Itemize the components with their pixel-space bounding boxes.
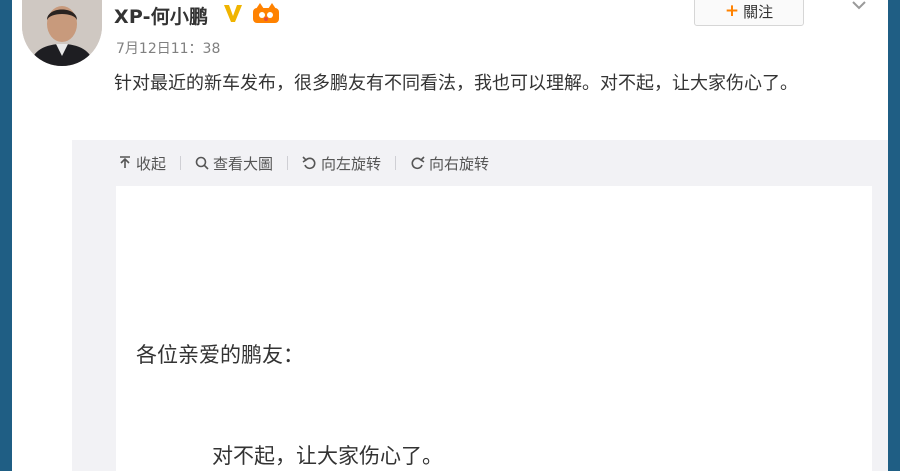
toolbar-divider (180, 156, 182, 170)
media-toolbar: 收起 查看大圖 向左旋转 向右旋转 (118, 152, 489, 174)
frame-right-border (888, 0, 900, 471)
collapse-label: 收起 (136, 154, 167, 173)
username[interactable]: XP-何小鹏 (114, 2, 208, 29)
post-text: 针对最近的新车发布，很多鹏友有不同看法，我也可以理解。对不起，让大家伤心了。 (114, 73, 798, 94)
toolbar-divider (287, 156, 289, 170)
weibo-post-card: XP-何小鹏 7月12日11：38 针对最近的新车发布，很多鹏友有不同看法，我也… (12, 0, 888, 471)
collapse-arrow-icon (120, 156, 130, 168)
vip-icon[interactable] (252, 2, 280, 24)
view-large-label: 查看大圖 (213, 154, 274, 173)
post-image[interactable]: 各位亲爱的鹏友： 对不起，让大家伤心了。 (116, 186, 872, 471)
rotate-left-button[interactable]: 向左旋转 (302, 153, 381, 174)
media-panel: 收起 查看大圖 向左旋转 向右旋转 各位亲爱的鹏友： 对不起，让大家伤心了。 (72, 140, 888, 471)
search-icon (195, 156, 209, 170)
rotate-left-label: 向左旋转 (321, 154, 382, 173)
verified-v-icon (224, 5, 242, 22)
letter-line: 对不起，让大家伤心了。 (212, 444, 443, 468)
rotate-right-label: 向右旋转 (429, 154, 490, 173)
follow-button[interactable]: + 關注 (694, 0, 804, 26)
rotate-right-icon (411, 156, 425, 170)
rotate-left-icon (302, 156, 316, 170)
chevron-down-icon[interactable] (850, 0, 868, 12)
collapse-button[interactable]: 收起 (118, 153, 166, 174)
view-large-button[interactable]: 查看大圖 (195, 153, 273, 174)
letter-greeting: 各位亲爱的鹏友： (136, 343, 304, 367)
post-timestamp[interactable]: 7月12日11：38 (116, 38, 220, 58)
rotate-right-button[interactable]: 向右旋转 (410, 153, 489, 174)
frame-left-border (0, 0, 12, 471)
follow-button-label: 關注 (743, 2, 774, 21)
toolbar-divider (395, 156, 397, 170)
avatar[interactable] (22, 0, 102, 66)
follow-plus-icon: + (724, 1, 740, 21)
